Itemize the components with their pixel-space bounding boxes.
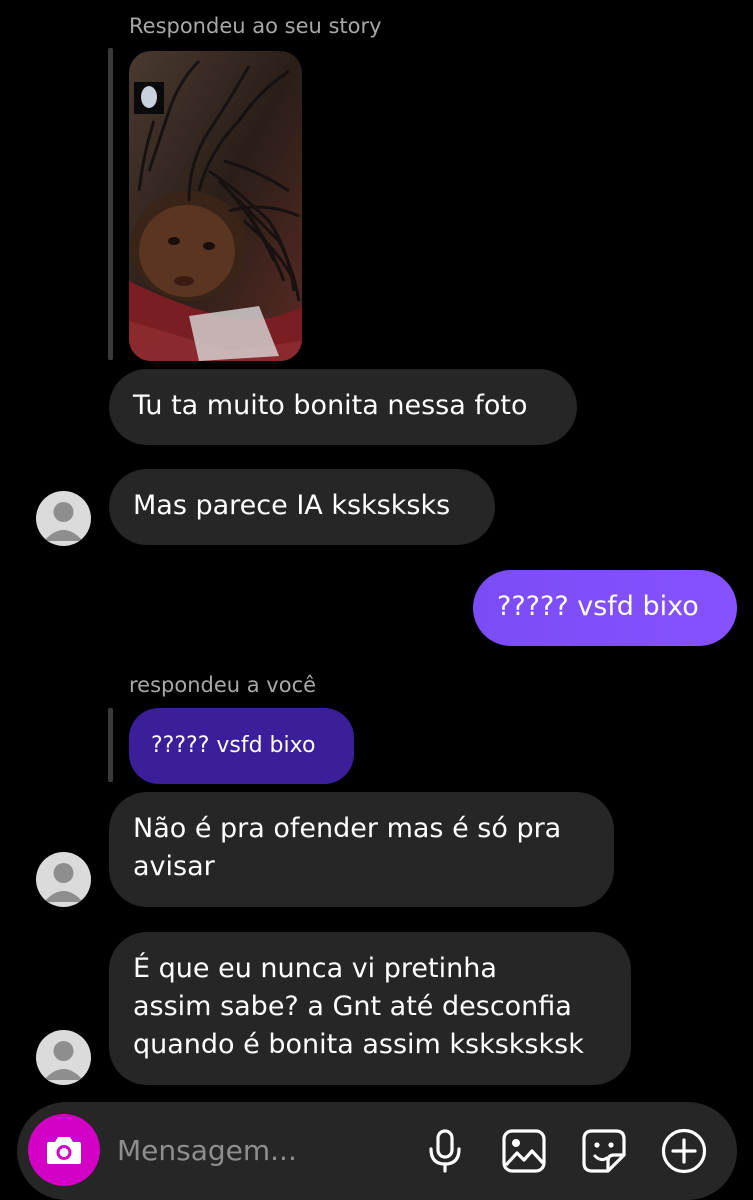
sticker-button[interactable] — [579, 1126, 629, 1176]
message-reply-caption: respondeu a você — [129, 673, 317, 697]
default-avatar-icon — [44, 502, 83, 541]
plus-button[interactable] — [659, 1126, 709, 1176]
sent-message-bubble[interactable]: ????? vsfd bixo — [473, 570, 737, 646]
story-photo — [129, 51, 302, 361]
default-avatar-icon — [44, 863, 83, 902]
message-line: quando é bonita assim ksksksksk — [133, 1029, 584, 1060]
message-line: assim sabe? a Gnt até desconfia — [133, 991, 572, 1022]
received-message-bubble[interactable]: Tu ta muito bonita nessa foto — [109, 369, 577, 445]
quoted-message[interactable]: ????? vsfd bixo — [129, 708, 354, 784]
camera-button[interactable] — [28, 1114, 100, 1186]
message-text: Tu ta muito bonita nessa foto — [133, 390, 528, 421]
default-avatar-icon — [44, 1041, 83, 1080]
reply-indicator-bar — [108, 48, 113, 360]
received-message-bubble[interactable]: Não é pra ofender mas é só pra avisar — [109, 792, 614, 907]
message-input[interactable] — [117, 1128, 417, 1172]
quoted-message-text: ????? vsfd bixo — [151, 733, 316, 758]
message-text: ????? vsfd bixo — [497, 591, 699, 622]
sticker-icon — [582, 1129, 626, 1173]
message-line: Não é pra ofender mas é só pra — [133, 813, 562, 844]
sender-avatar[interactable] — [36, 491, 91, 546]
gallery-icon — [502, 1129, 546, 1173]
story-thumbnail[interactable] — [129, 51, 302, 361]
story-reply-caption: Respondeu ao seu story — [129, 14, 382, 38]
received-message-bubble[interactable]: Mas parece IA ksksksks — [109, 469, 495, 545]
received-message-bubble[interactable]: É que eu nunca vi pretinha assim sabe? a… — [109, 932, 631, 1085]
message-line: avisar — [133, 851, 215, 882]
gallery-button[interactable] — [499, 1126, 549, 1176]
sender-avatar[interactable] — [36, 852, 91, 907]
sender-avatar[interactable] — [36, 1030, 91, 1085]
message-composer — [17, 1102, 737, 1200]
message-line: É que eu nunca vi pretinha — [133, 953, 497, 984]
microphone-icon — [429, 1129, 461, 1173]
reply-indicator-bar — [108, 708, 113, 782]
microphone-button[interactable] — [420, 1126, 470, 1176]
camera-icon — [47, 1137, 81, 1164]
message-text: Mas parece IA ksksksks — [133, 490, 451, 521]
plus-icon — [661, 1128, 707, 1174]
